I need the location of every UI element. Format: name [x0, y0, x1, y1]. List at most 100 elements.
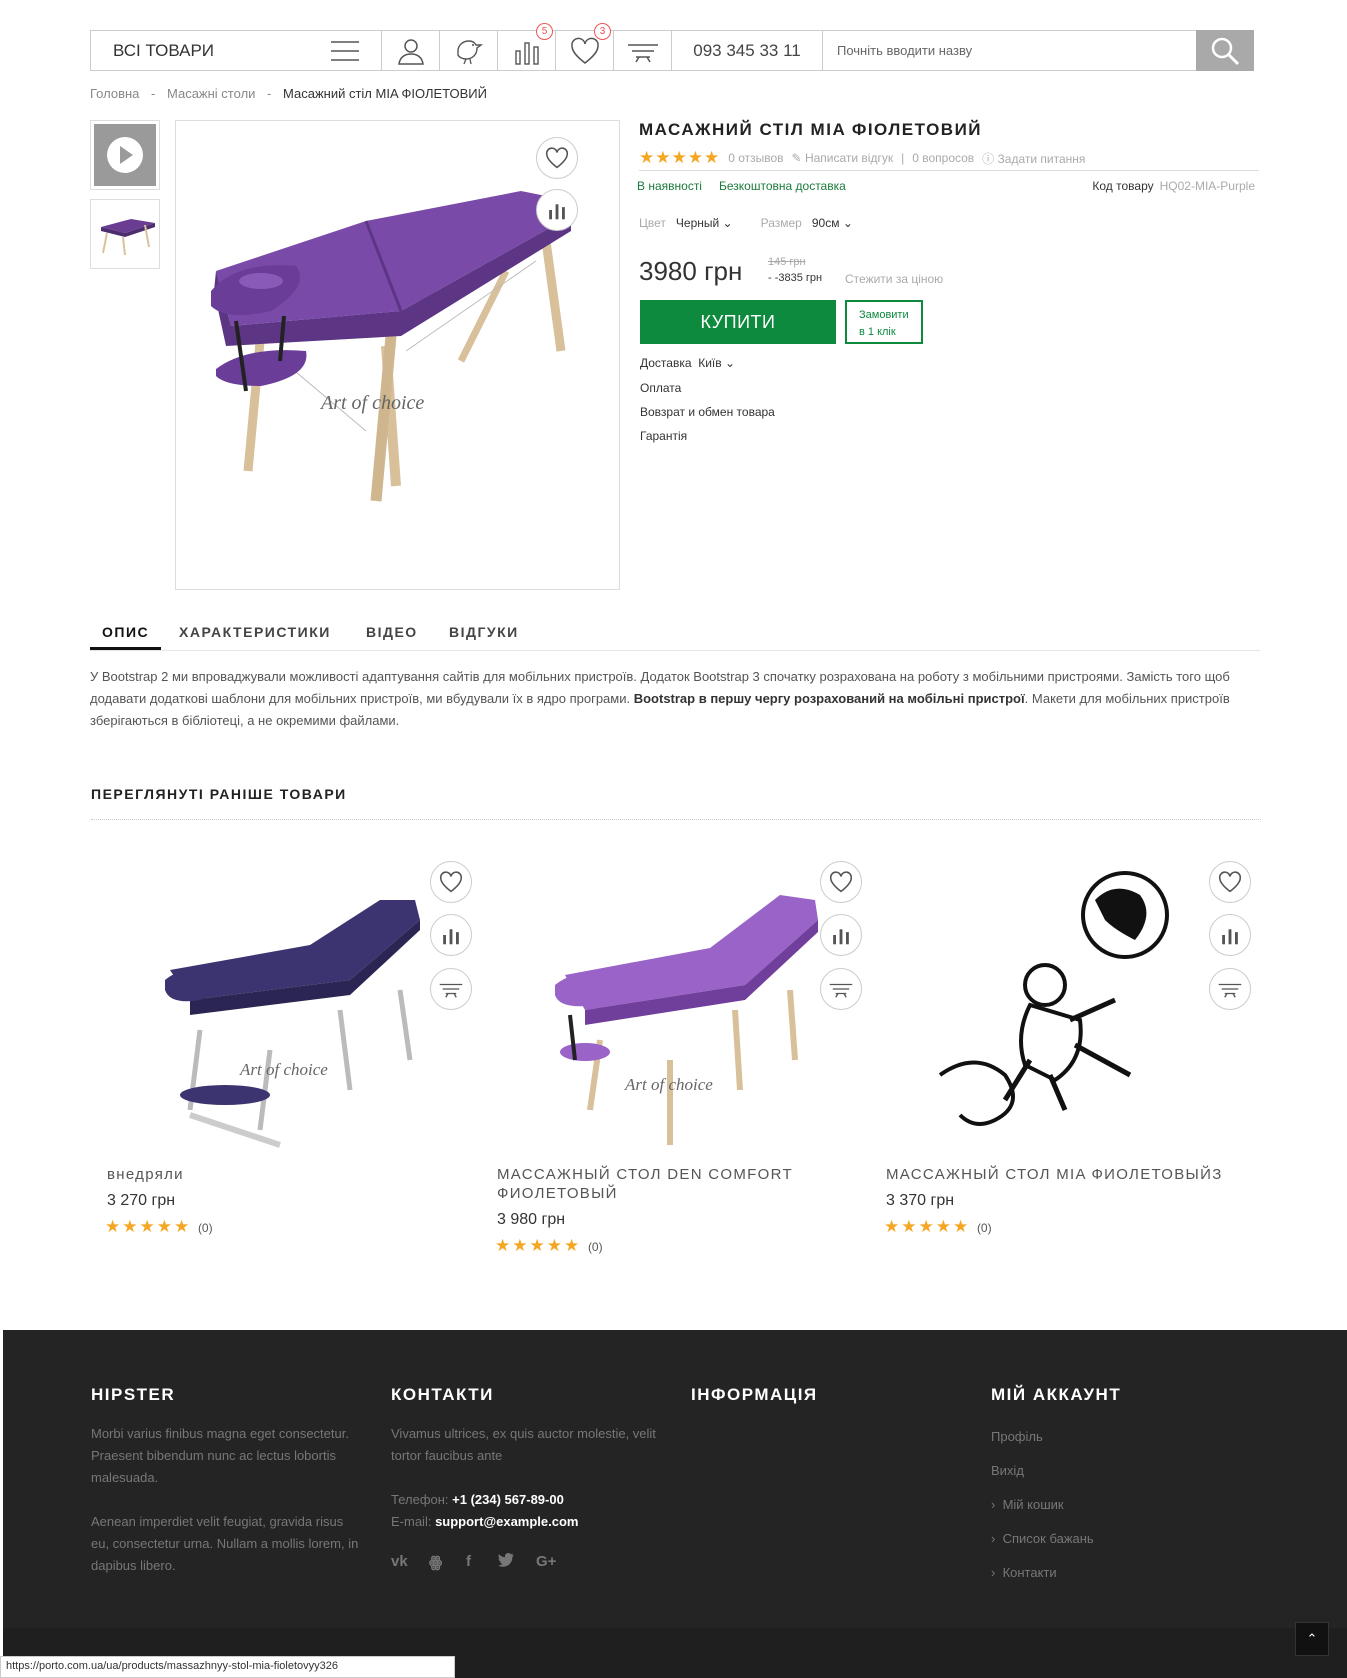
watermark-text: Art of choice: [624, 1075, 713, 1094]
product-card-image[interactable]: Art of choice: [150, 860, 440, 1150]
cart-button[interactable]: [613, 30, 672, 71]
color-select[interactable]: Черный ⌄: [676, 216, 733, 230]
breadcrumb: Головна - Масажні столи - Масажний стіл …: [90, 86, 495, 101]
search-input[interactable]: Почніть вводити назву: [822, 30, 1197, 71]
questions-count[interactable]: 0 вопросов: [912, 151, 974, 165]
description-bold: Bootstrap в першу чергу розрахований на …: [633, 691, 1025, 706]
product-tabs: ОПИС ХАРАКТЕРИСТИКИ ВІДЕО ВІДГУКИ: [90, 620, 1260, 651]
vk-icon[interactable]: vk: [391, 1553, 408, 1570]
meta-separator: |: [901, 151, 905, 165]
facebook-icon[interactable]: f: [466, 1553, 471, 1570]
footer-link-wishlist[interactable]: › Список бажань: [991, 1531, 1094, 1546]
heart-icon: [1218, 871, 1242, 893]
footer-about-text-2: Aenean imperdiet velit feugiat, gravida …: [91, 1514, 359, 1573]
product-card-image[interactable]: [935, 860, 1195, 1140]
account-button[interactable]: [381, 30, 440, 71]
add-to-compare-button[interactable]: [536, 189, 578, 231]
reviews-count[interactable]: 0 отзывов: [728, 151, 783, 165]
card-wishlist-button[interactable]: [820, 861, 862, 903]
breadcrumb-home[interactable]: Головна: [90, 86, 139, 101]
google-plus-icon[interactable]: G+: [536, 1553, 556, 1570]
card-product-name[interactable]: МАССАЖНЫЙ СТОЛ DEN COMFORT ФИОЛЕТОВЫЙ: [497, 1165, 827, 1203]
tab-description[interactable]: ОПИС: [90, 624, 162, 650]
card-cart-button[interactable]: [1209, 968, 1251, 1010]
card-product-name[interactable]: МАССАЖНЫЙ СТОЛ MIA ФИОЛЕТОВЫЙЗ: [886, 1165, 1266, 1184]
one-click-line2: в 1 клік: [859, 326, 896, 338]
odnoklassniki-icon[interactable]: ꙮ: [429, 1553, 442, 1571]
footer-link-cart-label: Мій кошик: [1002, 1497, 1064, 1512]
footer-link-profile[interactable]: Профіль: [991, 1429, 1043, 1444]
all-goods-menu[interactable]: ВСІ ТОВАРИ: [90, 30, 382, 71]
footer-phone-value[interactable]: +1 (234) 567-89-00: [452, 1492, 564, 1507]
write-review-label: Написати відгук: [804, 151, 894, 165]
color-value: Черный: [675, 216, 720, 230]
compare-button[interactable]: 5: [497, 23, 556, 71]
cart-icon: [439, 983, 463, 998]
recently-viewed-title: ПЕРЕГЛЯНУТІ РАНІШЕ ТОВАРИ: [91, 786, 347, 802]
scroll-to-top-button[interactable]: ⌃: [1295, 1622, 1329, 1656]
card-wishlist-button[interactable]: [1209, 861, 1251, 903]
heart-icon: [545, 147, 569, 169]
card-rating-stars: ★★★★★: [495, 1236, 582, 1255]
delivery-label: Доставка: [640, 356, 692, 370]
search-button[interactable]: [1196, 30, 1254, 71]
card-wishlist-button[interactable]: [430, 861, 472, 903]
footer-contacts-text: Vivamus ultrices, ex quis auctor molesti…: [391, 1426, 656, 1463]
tab-reviews[interactable]: ВІДГУКИ: [449, 624, 519, 640]
footer-email-value[interactable]: support@example.com: [435, 1514, 578, 1529]
ask-question-link[interactable]: ⓘ Задати питання: [982, 150, 1085, 167]
phone-number[interactable]: 093 345 33 11: [671, 30, 823, 71]
product-card-image[interactable]: Art of choice: [540, 860, 830, 1150]
heart-icon: [829, 871, 853, 893]
breadcrumb-category[interactable]: Масажні столи: [167, 86, 255, 101]
watermark-text: Art of choice: [319, 392, 424, 414]
footer-link-cart[interactable]: › Мій кошик: [991, 1497, 1064, 1512]
breadcrumb-separator: -: [151, 86, 156, 101]
chevron-down-icon: ⌄: [842, 216, 853, 230]
footer-title-contacts: КОНТАКТИ: [391, 1385, 494, 1404]
search-icon: [1211, 37, 1240, 65]
ask-question-label: Задати питання: [997, 151, 1086, 166]
add-to-wishlist-button[interactable]: [536, 137, 578, 179]
viewed-button[interactable]: [439, 30, 498, 71]
question-icon: ⓘ: [982, 151, 995, 166]
card-product-name[interactable]: внедряли: [107, 1165, 437, 1184]
buy-button[interactable]: КУПИТИ: [640, 300, 836, 344]
payment-link[interactable]: Оплата: [640, 381, 681, 395]
footer-link-logout[interactable]: Вихід: [991, 1463, 1024, 1478]
tab-characteristics[interactable]: ХАРАКТЕРИСТИКИ: [179, 624, 331, 640]
rating-stars[interactable]: ★★★★★: [639, 148, 720, 168]
product-options: Цвет Черный ⌄ Размер 90см ⌄: [639, 216, 853, 230]
user-icon: [397, 38, 424, 65]
card-rating-stars: ★★★★★: [884, 1217, 971, 1236]
write-review-link[interactable]: ✎ Написати відгук: [792, 151, 894, 165]
card-cart-button[interactable]: [820, 968, 862, 1010]
card-compare-button[interactable]: [1209, 914, 1251, 956]
video-thumbnail[interactable]: [90, 120, 160, 190]
twitter-icon[interactable]: [498, 1553, 514, 1571]
footer-title-account: МІЙ АККАУНТ: [991, 1385, 1122, 1404]
delivery-city-select[interactable]: Київ ⌄: [698, 356, 735, 370]
wishlist-button[interactable]: 3: [555, 23, 614, 71]
cart-icon: [627, 43, 658, 62]
play-icon: [107, 137, 143, 173]
one-click-order-button[interactable]: Замовити в 1 клік: [845, 300, 923, 344]
image-thumbnail[interactable]: [90, 199, 160, 269]
old-price: 145 грн: [768, 256, 806, 268]
footer-about-text-1: Morbi varius finibus magna eget consecte…: [91, 1426, 349, 1485]
product-code-label: Код товару: [1092, 179, 1154, 193]
returns-link[interactable]: Вовзрат и обмен товара: [640, 405, 775, 419]
main-product-image[interactable]: Art of choice: [175, 120, 620, 590]
warranty-link[interactable]: Гарантія: [640, 429, 687, 443]
product-code-value: HQ02-MIA-Purple: [1159, 179, 1255, 193]
hamburger-icon: [331, 40, 359, 61]
card-compare-button[interactable]: [430, 914, 472, 956]
card-compare-button[interactable]: [820, 914, 862, 956]
tab-video[interactable]: ВІДЕО: [366, 624, 418, 640]
compare-icon: [549, 204, 565, 220]
watch-price-link[interactable]: Стежити за ціною: [845, 272, 943, 286]
chevron-right-icon: ›: [991, 1565, 996, 1580]
size-select[interactable]: 90см ⌄: [812, 216, 853, 230]
footer-link-contacts[interactable]: › Контакти: [991, 1565, 1057, 1580]
card-cart-button[interactable]: [430, 968, 472, 1010]
